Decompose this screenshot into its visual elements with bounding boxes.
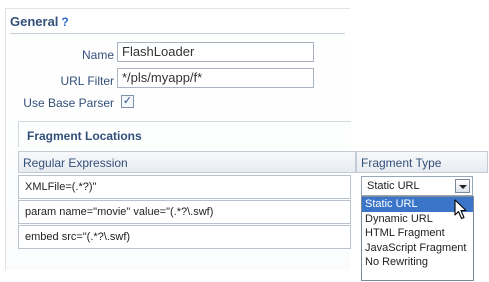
mouse-pointer-icon <box>454 199 467 220</box>
regex-field-2[interactable]: param name="movie" value="(.*?\.swf) <box>18 200 351 224</box>
column-header-type[interactable]: Fragment Type <box>356 151 488 173</box>
column-header-regex[interactable]: Regular Expression <box>18 151 356 173</box>
option-html-fragment[interactable]: HTML Fragment <box>362 226 473 241</box>
fragment-type-value: Static URL <box>367 180 420 192</box>
url-filter-label: URL Filter <box>60 74 114 88</box>
base-parser-label: Use Base Parser <box>23 96 114 110</box>
name-label: Name <box>81 48 114 62</box>
regex-field-1[interactable]: XMLFile=(.*?)" <box>18 175 351 199</box>
option-no-rewriting[interactable]: No Rewriting <box>362 255 473 270</box>
general-title: General <box>10 14 59 29</box>
fragment-type-select[interactable]: Static URL <box>361 176 473 196</box>
fragment-locations-header: Fragment Locations <box>18 121 351 147</box>
chevron-down-icon[interactable] <box>455 179 470 193</box>
name-field[interactable]: FlashLoader <box>117 42 314 62</box>
option-javascript-fragment[interactable]: JavaScript Fragment <box>362 241 473 256</box>
general-section-header: General? <box>10 14 345 34</box>
help-icon[interactable]: ? <box>61 15 68 29</box>
url-filter-field[interactable]: */pls/myapp/f* <box>117 68 314 88</box>
base-parser-checkbox[interactable]: ✓ <box>121 95 134 108</box>
regex-field-3[interactable]: embed src="(.*?\.swf) <box>18 225 351 249</box>
